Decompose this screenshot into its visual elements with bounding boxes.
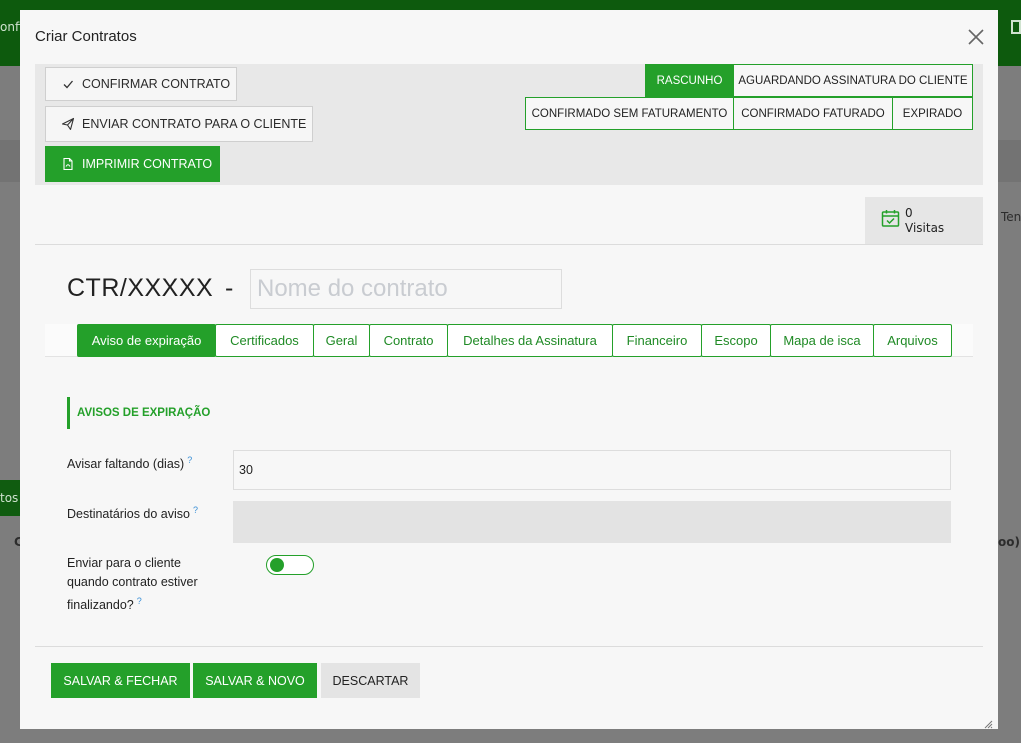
resize-handle-icon[interactable] [983,714,993,733]
print-contract-label: IMPRIMIR CONTRATO [82,157,213,171]
tab-bar: Aviso de expiração Certificados Geral Co… [45,324,973,357]
discard-button[interactable]: DESCARTAR [321,663,420,698]
action-bar: CONFIRMAR CONTRATO ENVIAR CONTRATO PARA … [35,64,983,185]
save-and-close-button[interactable]: SALVAR & FECHAR [51,663,190,698]
help-icon[interactable]: ? [137,596,142,606]
tab-label: Escopo [714,333,758,348]
tab-detalhes-da-assinatura[interactable]: Detalhes da Assinatura [447,324,613,357]
calendar-check-icon [881,209,900,232]
tab-label: Contrato [383,333,434,348]
status-confirmado-sem-faturamento[interactable]: CONFIRMADO SEM FATURAMENTO [525,97,734,130]
status-label: RASCUNHO [656,74,723,87]
background-window-icon [1011,20,1021,34]
tab-aviso-de-expiracao[interactable]: Aviso de expiração [77,324,216,357]
tab-certificados[interactable]: Certificados [215,324,314,357]
tab-escopo[interactable]: Escopo [701,324,771,357]
create-contract-modal: Criar Contratos CONFIRMAR CONTRATO ENVIA… [20,10,998,729]
field-label-line: quando contrato estiver [67,575,198,589]
visits-count: 0 [905,206,913,220]
status-label: EXPIRADO [902,107,963,120]
field-label-line: Enviar para o cliente [67,556,181,570]
status-confirmado-faturado[interactable]: CONFIRMADO FATURADO [733,97,893,130]
visits-counter[interactable]: 0 Visitas [865,197,983,244]
tab-financeiro[interactable]: Financeiro [612,324,702,357]
check-icon [61,77,75,91]
field-label-text: Avisar faltando (dias) [67,457,185,472]
tab-contrato[interactable]: Contrato [369,324,448,357]
tab-arquivos[interactable]: Arquivos [873,324,952,357]
tab-label: Financeiro [626,333,688,348]
print-contract-button[interactable]: IMPRIMIR CONTRATO [45,146,220,182]
send-contract-button[interactable]: ENVIAR CONTRATO PARA O CLIENTE [45,106,313,142]
field-label-line-last: finalizando?? [67,592,198,615]
enviar-cliente-toggle[interactable] [266,555,314,575]
close-button[interactable] [965,26,987,48]
tab-label: Aviso de expiração [91,333,202,348]
help-icon[interactable]: ? [187,455,192,465]
tab-label: Geral [325,333,358,348]
avisar-faltando-input[interactable] [233,450,951,490]
status-expirado[interactable]: EXPIRADO [892,97,973,130]
field-label-text: Destinatários do aviso [67,507,190,522]
close-icon [968,29,984,45]
destinatarios-label: Destinatários do aviso? [67,501,198,524]
visits-label: Visitas [905,221,945,235]
status-label: CONFIRMADO FATURADO [741,107,885,120]
contract-code: CTR/XXXXX [67,274,214,302]
tab-label: Certificados [230,333,299,348]
toggle-knob [270,558,284,572]
paper-plane-icon [61,117,75,131]
tab-label: Mapa de isca [783,333,861,348]
pdf-file-icon [61,157,75,171]
section-accent-bar [67,397,70,429]
button-label: SALVAR & FECHAR [63,673,178,688]
status-label: AGUARDANDO ASSINATURA DO CLIENTE [738,74,968,87]
tab-label: Arquivos [887,333,938,348]
help-icon[interactable]: ? [193,505,198,515]
footer-divider [35,646,983,647]
tab-mapa-de-isca[interactable]: Mapa de isca [770,324,874,357]
section-title: AVISOS DE EXPIRAÇÃO [77,407,211,419]
confirm-contract-button[interactable]: CONFIRMAR CONTRATO [45,67,237,101]
background-text-fragment: Ten [1001,210,1021,224]
button-label: DESCARTAR [332,673,409,688]
button-label: SALVAR & NOVO [205,673,305,688]
send-contract-label: ENVIAR CONTRATO PARA O CLIENTE [82,117,307,131]
field-label-text: finalizando? [67,598,134,613]
enviar-cliente-label: Enviar para o cliente quando contrato es… [67,554,198,615]
destinatarios-input[interactable] [233,501,951,543]
background-text-fragment: oo) [998,535,1020,549]
contract-code-separator: - [225,274,234,302]
status-label: CONFIRMADO SEM FATURAMENTO [531,107,728,120]
contract-name-input[interactable] [250,269,562,309]
header-divider [35,244,983,245]
tab-geral[interactable]: Geral [313,324,370,357]
save-and-new-button[interactable]: SALVAR & NOVO [193,663,317,698]
confirm-contract-label: CONFIRMAR CONTRATO [82,77,231,91]
status-aguardando-assinatura[interactable]: AGUARDANDO ASSINATURA DO CLIENTE [733,64,973,97]
avisar-faltando-label: Avisar faltando (dias)? [67,451,192,474]
tab-label: Detalhes da Assinatura [463,333,597,348]
modal-title: Criar Contratos [35,28,137,45]
status-rascunho[interactable]: RASCUNHO [645,64,734,97]
background-text-fragment: tos [0,491,19,505]
